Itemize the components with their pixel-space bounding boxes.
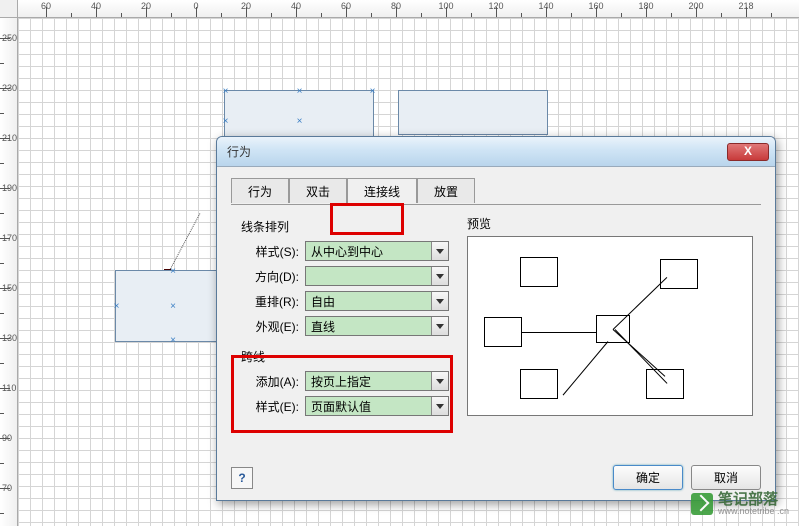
watermark: 笔记部落 www.notetribe .cn bbox=[691, 492, 789, 516]
preview-box bbox=[467, 236, 753, 416]
horizontal-ruler: 604020020406080100120140160180200218 bbox=[18, 0, 799, 18]
appearance-dropdown[interactable]: 直线 bbox=[305, 316, 449, 336]
direction-label: 方向(D): bbox=[239, 268, 299, 285]
connection-point[interactable]: × bbox=[295, 87, 304, 96]
style2-dropdown[interactable]: 页面默认值 bbox=[305, 396, 449, 416]
connection-point[interactable]: × bbox=[169, 267, 178, 276]
shape-rect-2[interactable] bbox=[398, 90, 548, 135]
connector-line[interactable] bbox=[168, 213, 201, 274]
cancel-button[interactable]: 取消 bbox=[691, 465, 761, 490]
preview-edge bbox=[563, 341, 609, 395]
tab-behavior[interactable]: 行为 bbox=[231, 178, 289, 203]
connection-point[interactable]: × bbox=[368, 87, 377, 96]
connection-point[interactable]: × bbox=[295, 117, 304, 126]
tab-strip: 行为 双击 连接线 放置 bbox=[231, 177, 761, 202]
section-line-jumps: 跨线 bbox=[241, 348, 449, 365]
watermark-logo-icon bbox=[691, 493, 713, 515]
style-label: 样式(S): bbox=[239, 243, 299, 260]
watermark-url: www.notetribe .cn bbox=[718, 507, 789, 516]
preview-node bbox=[520, 369, 558, 399]
connection-point[interactable]: × bbox=[169, 336, 178, 345]
chevron-down-icon bbox=[431, 372, 448, 390]
chevron-down-icon bbox=[431, 317, 448, 335]
behavior-dialog: 行为 X 行为 双击 连接线 放置 线条排列 样式(S): 从中心到中心 方向(… bbox=[216, 136, 776, 501]
add-dropdown[interactable]: 按页上指定 bbox=[305, 371, 449, 391]
connection-point[interactable]: × bbox=[112, 302, 121, 311]
dialog-title: 行为 bbox=[223, 143, 727, 160]
dialog-titlebar[interactable]: 行为 X bbox=[217, 137, 775, 167]
connection-point[interactable]: × bbox=[221, 87, 230, 96]
ruler-corner bbox=[0, 0, 18, 18]
style2-label: 样式(E): bbox=[239, 398, 299, 415]
dialog-footer: ? 确定 取消 bbox=[231, 465, 761, 490]
preview-edge bbox=[522, 332, 596, 333]
section-line-routing: 线条排列 bbox=[241, 218, 449, 235]
form-column: 线条排列 样式(S): 从中心到中心 方向(D): 重排(R): 自由 外观(E… bbox=[239, 215, 449, 454]
tab-doubleclick[interactable]: 双击 bbox=[289, 178, 347, 203]
add-label: 添加(A): bbox=[239, 373, 299, 390]
ok-button[interactable]: 确定 bbox=[613, 465, 683, 490]
vertical-ruler: 2502302101901701501301109070 bbox=[0, 18, 18, 526]
preview-column: 预览 bbox=[467, 215, 753, 454]
connection-point[interactable]: × bbox=[169, 302, 178, 311]
close-button[interactable]: X bbox=[727, 143, 769, 161]
preview-node bbox=[646, 369, 684, 399]
chevron-down-icon bbox=[431, 267, 448, 285]
preview-node bbox=[484, 317, 522, 347]
help-button[interactable]: ? bbox=[231, 467, 253, 489]
chevron-down-icon bbox=[431, 292, 448, 310]
preview-edge bbox=[613, 329, 666, 377]
preview-title: 预览 bbox=[467, 215, 753, 232]
tab-connector[interactable]: 连接线 bbox=[347, 178, 417, 203]
reroute-label: 重排(R): bbox=[239, 293, 299, 310]
direction-dropdown[interactable] bbox=[305, 266, 449, 286]
watermark-text: 笔记部落 bbox=[718, 492, 789, 507]
reroute-dropdown[interactable]: 自由 bbox=[305, 291, 449, 311]
appearance-label: 外观(E): bbox=[239, 318, 299, 335]
style-dropdown[interactable]: 从中心到中心 bbox=[305, 241, 449, 261]
preview-node bbox=[660, 259, 698, 289]
shape-rect-3[interactable]: × × × × × bbox=[115, 270, 230, 342]
preview-node bbox=[520, 257, 558, 287]
chevron-down-icon bbox=[431, 242, 448, 260]
chevron-down-icon bbox=[431, 397, 448, 415]
preview-edge bbox=[613, 277, 668, 330]
connection-point[interactable]: × bbox=[221, 117, 230, 126]
tab-placement[interactable]: 放置 bbox=[417, 178, 475, 203]
